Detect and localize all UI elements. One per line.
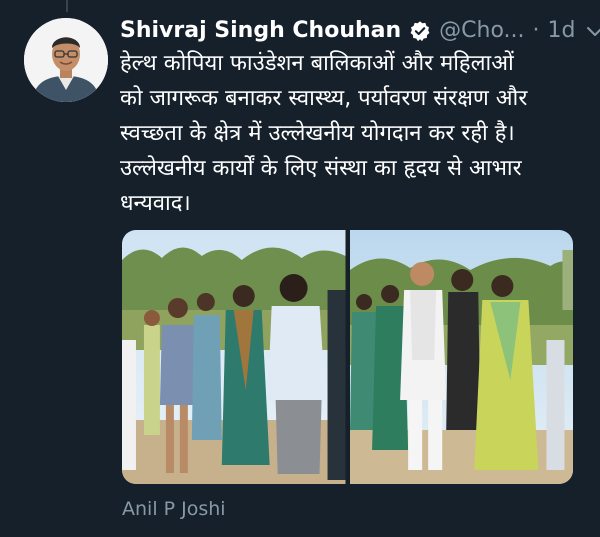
media-photo-left[interactable] — [122, 230, 346, 484]
tweet-text-line: धन्यवाद। — [120, 191, 191, 216]
tweet-text-line: स्वच्छता के क्षेत्र में उल्लेखनीय योगदान… — [120, 121, 515, 146]
separator-dot: · — [532, 18, 540, 43]
photo-image — [122, 230, 346, 484]
thread-connector-line — [66, 0, 68, 12]
tweet-text-line: हेल्थ कोपिया फाउंडेशन बालिकाओं और महिलाओ… — [120, 51, 514, 76]
photo-image — [349, 230, 573, 484]
tweet-header: Shivraj Singh Chouhan @Cho... · 1d — [120, 14, 600, 48]
tweet-text-line: उल्लेखनीय कार्यों के लिए संस्था का हृदय … — [120, 156, 522, 181]
display-name[interactable]: Shivraj Singh Chouhan — [120, 14, 401, 48]
tweet-media — [122, 230, 573, 484]
avatar-image — [24, 18, 108, 102]
media-photo-right[interactable] — [349, 230, 573, 484]
timestamp[interactable]: 1d — [548, 14, 576, 48]
avatar[interactable] — [24, 18, 108, 102]
chevron-down-icon[interactable] — [583, 19, 600, 43]
tweet-text-line: को जागरूक बनाकर स्वास्थ्य, पर्यावरण संरक… — [120, 86, 528, 111]
source-credit: Anil P Joshi — [122, 498, 226, 520]
verified-badge-icon — [409, 20, 431, 42]
tweet-text: हेल्थ कोपिया फाउंडेशन बालिकाओं और महिलाओ… — [120, 46, 578, 221]
user-handle[interactable]: @Cho... — [439, 14, 524, 48]
